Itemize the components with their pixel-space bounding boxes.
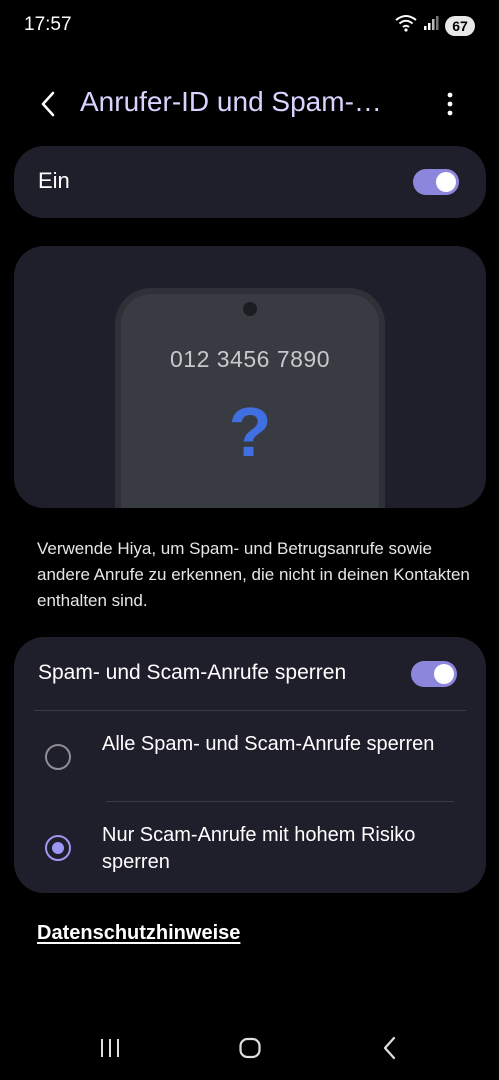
description-text: Verwende Hiya, um Spam- und Betrugsanruf… [37, 539, 470, 610]
back-button[interactable] [30, 88, 66, 124]
more-vertical-icon [447, 92, 453, 121]
battery-icon: 67 [445, 15, 475, 36]
page-title: Anrufer-ID und Spam-Sc... [80, 86, 400, 117]
chevron-left-icon [38, 90, 58, 123]
app-header: Anrufer-ID und Spam-Sc... [0, 80, 499, 130]
toggle-knob [436, 172, 456, 192]
phone-illustration: 012 3456 7890 ? [115, 288, 385, 508]
master-switch-card[interactable]: Ein [14, 146, 486, 218]
status-icons: 67 [395, 14, 475, 37]
recents-icon [98, 1037, 122, 1064]
option-label: Alle Spam- und Scam-Anrufe sperren [102, 733, 435, 755]
question-mark-icon: ? [228, 393, 272, 471]
divider [34, 710, 466, 711]
block-switch-label: Spam- und Scam-Anrufe sperren [38, 661, 347, 684]
toggle-knob [434, 664, 454, 684]
radio-dot [52, 842, 64, 854]
illustration-card: 012 3456 7890 ? [14, 246, 486, 508]
more-options-button[interactable] [435, 88, 465, 124]
status-time: 17:57 [24, 14, 72, 35]
navigation-bar [0, 1030, 499, 1070]
phone-number: 012 3456 7890 [170, 346, 330, 372]
radio-button-selected[interactable] [45, 835, 71, 861]
recents-button[interactable] [90, 1030, 130, 1070]
home-button[interactable] [230, 1030, 270, 1070]
radio-button-unselected[interactable] [45, 744, 71, 770]
back-icon [381, 1036, 399, 1065]
camera-dot [243, 302, 257, 316]
privacy-notice-link[interactable]: Datenschutzhinweise [37, 922, 240, 945]
block-settings-card: Spam- und Scam-Anrufe sperren Alle Spam-… [14, 637, 486, 893]
option-block-high-risk[interactable]: Nur Scam-Anrufe mit hohem Risiko sperren [14, 820, 486, 880]
phone-screen: 012 3456 7890 ? [121, 294, 379, 508]
status-bar: 17:57 67 [0, 0, 499, 50]
nav-back-button[interactable] [370, 1030, 410, 1070]
master-switch-label: Ein [38, 168, 70, 193]
home-icon [238, 1036, 262, 1065]
block-toggle[interactable] [411, 661, 457, 687]
signal-icon [423, 15, 439, 36]
option-label: Nur Scam-Anrufe mit hohem Risiko sperren [102, 824, 416, 873]
divider [106, 801, 454, 802]
option-block-all[interactable]: Alle Spam- und Scam-Anrufe sperren [14, 729, 486, 789]
screen: 17:57 67 Anrufer-ID und Spam-Sc... Ein 0… [0, 0, 499, 1080]
master-toggle[interactable] [413, 169, 459, 195]
wifi-icon [395, 14, 417, 37]
